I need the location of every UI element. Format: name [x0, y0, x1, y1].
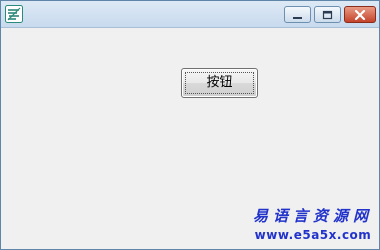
app-icon[interactable]	[5, 5, 23, 23]
title-bar[interactable]	[1, 1, 379, 28]
close-icon	[354, 5, 366, 24]
main-button[interactable]: 按钮	[181, 68, 258, 98]
close-button[interactable]	[344, 6, 376, 23]
maximize-icon	[322, 5, 333, 24]
watermark-title: 易语言资源网	[252, 207, 373, 225]
main-button-label: 按钮	[206, 75, 233, 90]
minimize-button[interactable]	[284, 6, 311, 23]
maximize-button[interactable]	[314, 6, 341, 23]
watermark-url: www.e5a5x.com	[254, 228, 372, 242]
app-window: 按钮 易语言资源网 www.e5a5x.com	[0, 0, 380, 250]
watermark: 易语言资源网 www.e5a5x.com	[253, 207, 373, 243]
minimize-icon	[292, 5, 303, 24]
